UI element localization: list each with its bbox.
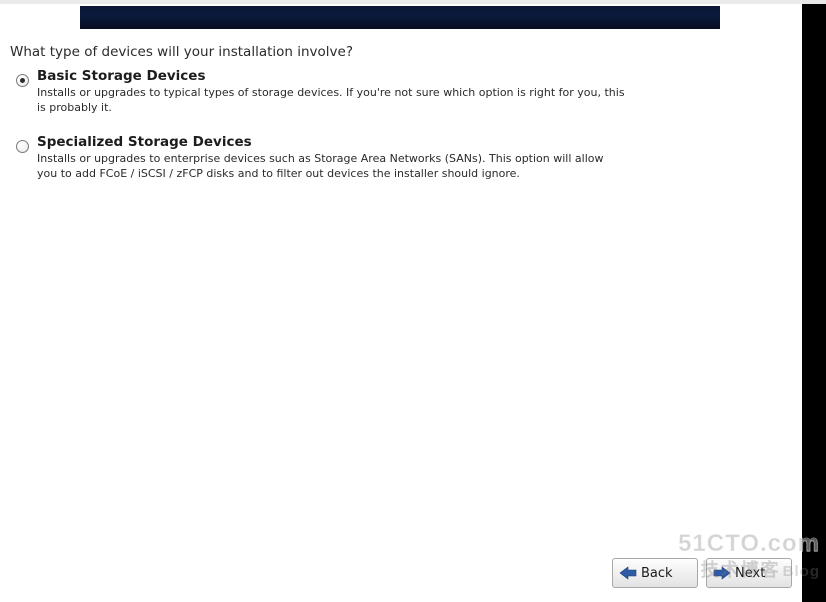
gutter-light-strip xyxy=(802,0,826,4)
option-description: Installs or upgrades to enterprise devic… xyxy=(37,152,627,182)
right-gutter xyxy=(802,0,826,602)
button-bar: Back Next xyxy=(0,553,802,602)
next-button-label: Next xyxy=(735,566,765,581)
header-banner xyxy=(80,6,720,29)
option-description: Installs or upgrades to typical types of… xyxy=(37,86,627,116)
next-button[interactable]: Next xyxy=(706,558,792,588)
radio-specialized-storage[interactable] xyxy=(16,140,29,153)
option-title: Basic Storage Devices xyxy=(37,68,627,84)
option-body: Specialized Storage Devices Installs or … xyxy=(37,134,627,182)
option-title: Specialized Storage Devices xyxy=(37,134,627,150)
arrow-right-icon xyxy=(713,566,731,580)
question-text: What type of devices will your installat… xyxy=(10,44,353,60)
top-divider xyxy=(0,0,802,4)
installer-screen: What type of devices will your installat… xyxy=(0,0,826,602)
storage-options: Basic Storage Devices Installs or upgrad… xyxy=(16,68,656,199)
option-basic-storage[interactable]: Basic Storage Devices Installs or upgrad… xyxy=(16,68,656,116)
back-button-label: Back xyxy=(641,566,673,581)
radio-basic-storage[interactable] xyxy=(16,74,29,87)
back-button[interactable]: Back xyxy=(612,558,698,588)
arrow-left-icon xyxy=(619,566,637,580)
main-panel: What type of devices will your installat… xyxy=(0,0,802,602)
option-specialized-storage[interactable]: Specialized Storage Devices Installs or … xyxy=(16,134,656,182)
option-body: Basic Storage Devices Installs or upgrad… xyxy=(37,68,627,116)
